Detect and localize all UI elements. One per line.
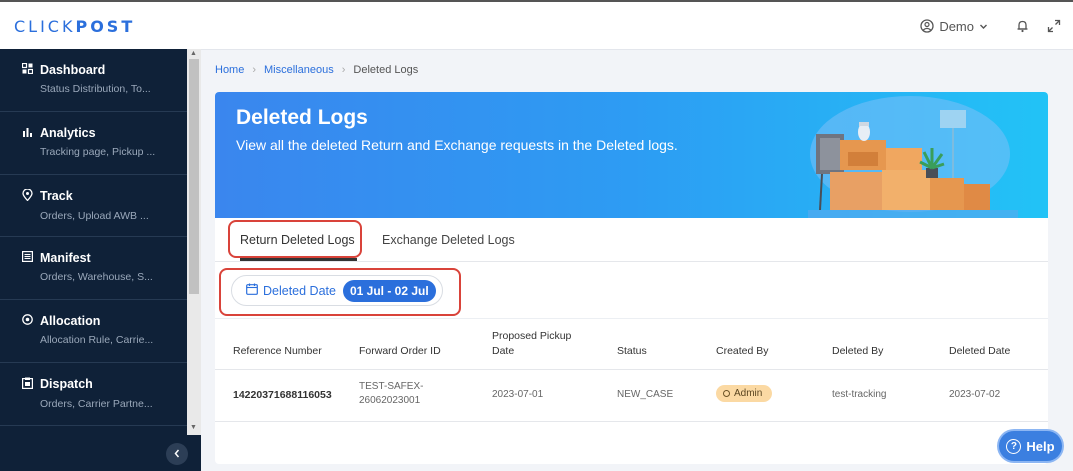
column-header-pickup-date: Proposed Pickup Date — [492, 329, 571, 359]
sidebar-item-allocation[interactable]: Allocation Allocation Rule, Carrie... — [0, 300, 187, 363]
bar-chart-icon — [22, 126, 33, 140]
deleted-logs-card: Deleted Logs View all the deleted Return… — [215, 92, 1048, 464]
sidebar-item-label: Dispatch — [40, 377, 93, 392]
sidebar-item-sub: Allocation Rule, Carrie... — [40, 334, 154, 347]
column-header-deleted-date: Deleted Date — [949, 345, 1011, 357]
page-title: Deleted Logs — [236, 106, 368, 129]
chevron-left-icon — [173, 445, 181, 463]
sidebar-item-label: Analytics — [40, 125, 96, 140]
calendar-icon — [246, 282, 258, 300]
help-label: Help — [1026, 438, 1055, 454]
badge-label: Admin — [734, 388, 763, 399]
breadcrumb-miscellaneous[interactable]: Miscellaneous — [264, 64, 334, 76]
target-icon — [22, 314, 33, 328]
bell-icon[interactable] — [1016, 19, 1029, 33]
sidebar-item-sub: Status Distribution, To... — [40, 83, 151, 95]
breadcrumb-home[interactable]: Home — [215, 64, 244, 76]
scrollbar-thumb[interactable] — [189, 59, 199, 294]
deleted-logs-table: Reference Number Forward Order ID Propos… — [215, 319, 1048, 422]
column-header-forward-order: Forward Order ID — [359, 345, 441, 357]
cell-pickup-date: 2023-07-01 — [492, 389, 544, 400]
cell-forward-order: TEST-SAFEX- 26062023001 — [359, 380, 423, 408]
sidebar-item-dispatch[interactable]: Dispatch Orders, Carrier Partne... — [0, 363, 187, 426]
created-by-badge: Admin — [716, 385, 773, 402]
clickpost-logo[interactable]: CLICKPOST — [14, 17, 135, 36]
tab-exchange-deleted-logs[interactable]: Exchange Deleted Logs — [382, 233, 515, 247]
sidebar-item-sub: Orders, Warehouse, S... — [40, 271, 153, 284]
logo-text-light: CLICK — [14, 17, 76, 36]
user-name: Demo — [939, 18, 974, 34]
user-menu[interactable]: Demo — [920, 19, 988, 34]
sidebar-item-dashboard[interactable]: Dashboard Status Distribution, To... — [0, 49, 187, 112]
active-tab-indicator — [240, 258, 357, 261]
column-header-pickup-line1: Proposed Pickup — [492, 330, 572, 342]
sidebar-item-label: Allocation — [40, 314, 101, 329]
column-header-pickup-line2: Date — [492, 345, 515, 358]
column-header-status: Status — [617, 345, 647, 357]
sidebar-item-track[interactable]: Track Orders, Upload AWB ... — [0, 175, 187, 238]
breadcrumb-chevron-icon: › — [341, 64, 346, 76]
date-range-chip[interactable]: 01 Jul - 02 Jul — [342, 279, 436, 302]
breadcrumb: Home › Miscellaneous › Deleted Logs — [215, 64, 418, 76]
grid-icon — [21, 62, 34, 77]
sidebar-item-analytics[interactable]: Analytics Tracking page, Pickup ... — [0, 112, 187, 175]
document-icon — [22, 251, 34, 265]
column-header-created-by: Created By — [716, 345, 769, 357]
logo-text-bold: POST — [75, 17, 136, 36]
cell-deleted-date: 2023-07-02 — [949, 389, 1001, 400]
sidebar-scrollbar[interactable]: ▲ ▼ — [187, 49, 201, 435]
sidebar-item-sub: Orders, Upload AWB ... — [40, 209, 149, 222]
top-bar: CLICKPOST Demo — [0, 0, 1073, 50]
page-subtitle: View all the deleted Return and Exchange… — [236, 137, 678, 153]
cell-forward-line1: TEST-SAFEX- — [359, 381, 424, 392]
question-icon: ? — [1006, 438, 1022, 454]
sidebar-item-label: Dashboard — [40, 63, 106, 77]
top-right-actions: Demo — [920, 2, 1073, 50]
chevron-down-icon — [979, 22, 988, 31]
hero-banner: Deleted Logs View all the deleted Return… — [215, 92, 1048, 218]
user-circle-icon — [920, 19, 934, 33]
log-tabs: Return Deleted Logs Exchange Deleted Log… — [215, 218, 1048, 262]
scroll-down-arrow-icon[interactable]: ▼ — [190, 424, 197, 431]
scroll-up-arrow-icon[interactable]: ▲ — [190, 50, 197, 57]
sidebar-item-sub: Orders, Carrier Partne... — [40, 397, 153, 410]
location-pin-icon — [22, 187, 33, 204]
sidebar-item-label: Manifest — [40, 251, 91, 266]
sidebar-item-sub: Tracking page, Pickup ... — [40, 145, 156, 158]
sidebar-item-label: Track — [40, 189, 73, 204]
deleted-date-filter[interactable]: Deleted Date 01 Jul - 02 Jul — [231, 275, 443, 306]
column-header-reference: Reference Number — [233, 345, 322, 357]
sidebar: Dashboard Status Distribution, To... Ana… — [0, 49, 187, 471]
clipboard-icon — [22, 377, 34, 392]
column-header-deleted-by: Deleted By — [832, 345, 884, 357]
cell-deleted-by: test-tracking — [832, 389, 887, 400]
status-dot-icon — [723, 390, 730, 397]
table-header: Reference Number Forward Order ID Propos… — [215, 319, 1048, 370]
breadcrumb-current: Deleted Logs — [353, 64, 419, 76]
breadcrumb-chevron-icon: › — [252, 64, 257, 76]
table-row[interactable]: 14220371688116053 TEST-SAFEX- 26062023001… — [215, 370, 1048, 422]
deleted-date-label: Deleted Date — [263, 283, 336, 298]
boxes-illustration — [808, 96, 1018, 218]
filter-bar: Deleted Date 01 Jul - 02 Jul — [215, 263, 1048, 319]
cell-status: NEW_CASE — [617, 389, 674, 400]
sidebar-item-manifest[interactable]: Manifest Orders, Warehouse, S... — [0, 237, 187, 301]
cell-reference[interactable]: 14220371688116053 — [233, 388, 332, 403]
help-button[interactable]: ? Help — [999, 431, 1062, 461]
sidebar-footer — [0, 435, 201, 471]
tab-return-deleted-logs[interactable]: Return Deleted Logs — [240, 233, 355, 247]
cell-forward-line2: 26062023001 — [359, 395, 421, 406]
collapse-sidebar-button[interactable] — [166, 443, 188, 465]
expand-icon[interactable] — [1047, 19, 1061, 33]
